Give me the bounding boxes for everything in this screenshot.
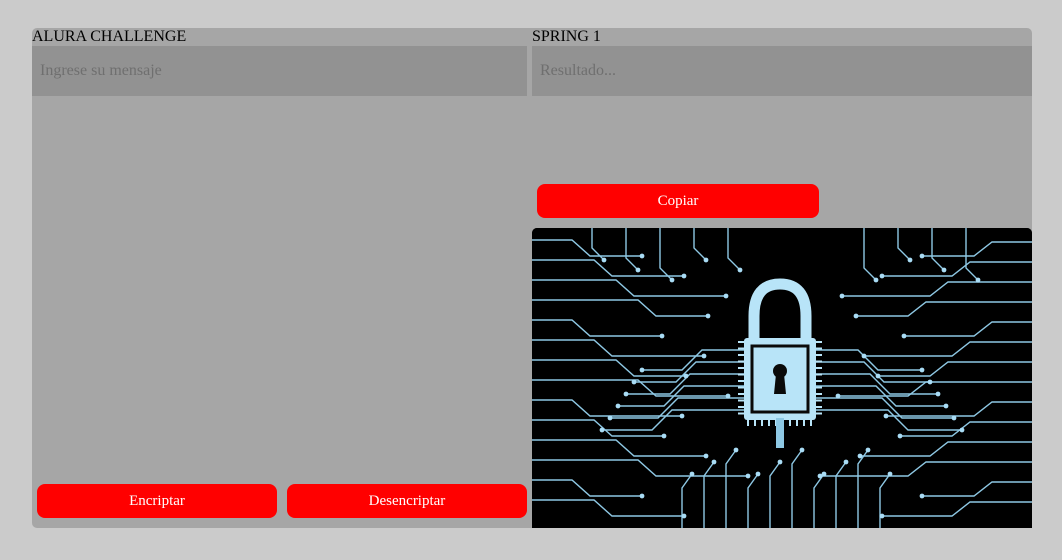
copy-button[interactable]: Copiar [537,184,819,218]
main-container: ALURA CHALLENGE Encriptar Desencriptar S… [32,28,1032,528]
circuit-padlock-icon [532,228,1032,528]
encrypt-button[interactable]: Encriptar [37,484,277,518]
input-panel: ALURA CHALLENGE Encriptar Desencriptar [32,28,527,528]
result-output[interactable] [532,46,1032,96]
circuit-padlock-svg [532,228,1032,528]
panel-title-spring: SPRING 1 [532,28,601,45]
message-input[interactable] [32,46,527,96]
panel-title-alura: ALURA CHALLENGE [32,28,187,45]
decrypt-button[interactable]: Desencriptar [287,484,527,518]
output-panel: SPRING 1 Copiar [532,28,1032,528]
